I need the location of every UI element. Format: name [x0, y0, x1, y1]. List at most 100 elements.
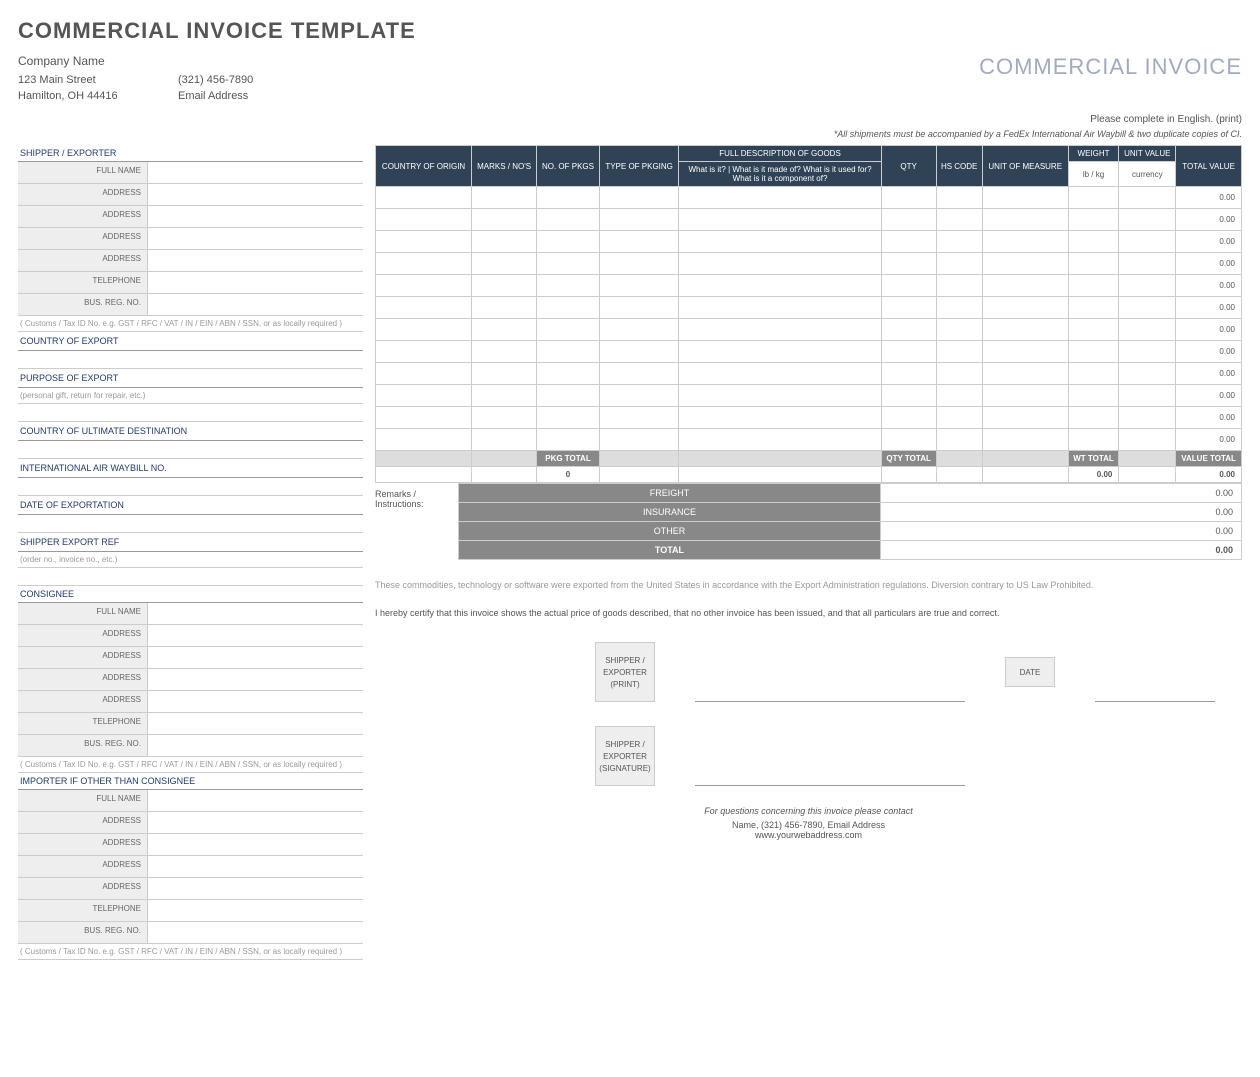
importer-address-2-input[interactable] — [148, 834, 363, 855]
item-cell[interactable] — [881, 385, 936, 407]
item-cell[interactable] — [1119, 341, 1176, 363]
item-cell[interactable] — [1119, 253, 1176, 275]
item-cell[interactable] — [376, 385, 472, 407]
item-cell[interactable] — [472, 275, 537, 297]
item-cell[interactable] — [1119, 385, 1176, 407]
consignee-address-3-input[interactable] — [148, 669, 363, 690]
item-cell[interactable] — [599, 209, 678, 231]
item-cell[interactable] — [472, 407, 537, 429]
item-cell[interactable] — [679, 187, 881, 209]
shipper-address-3-input[interactable] — [148, 228, 363, 249]
item-cell[interactable] — [599, 275, 678, 297]
item-cell[interactable] — [599, 253, 678, 275]
item-cell[interactable] — [1119, 275, 1176, 297]
item-cell[interactable] — [881, 297, 936, 319]
item-row[interactable]: 0.00 — [376, 209, 1242, 231]
item-cell[interactable] — [376, 319, 472, 341]
item-row[interactable]: 0.00 — [376, 385, 1242, 407]
item-cell[interactable] — [982, 275, 1068, 297]
item-cell[interactable] — [537, 363, 600, 385]
signature-line[interactable] — [695, 726, 965, 786]
item-cell[interactable] — [376, 231, 472, 253]
item-cell[interactable] — [679, 231, 881, 253]
item-cell[interactable] — [376, 341, 472, 363]
item-cell[interactable] — [537, 275, 600, 297]
item-cell[interactable] — [472, 319, 537, 341]
shipper-address-1-input[interactable] — [148, 184, 363, 205]
item-cell[interactable] — [1068, 231, 1119, 253]
item-cell[interactable] — [881, 429, 936, 451]
item-cell[interactable] — [1119, 363, 1176, 385]
item-cell[interactable] — [599, 231, 678, 253]
item-cell[interactable] — [936, 209, 982, 231]
item-cell[interactable] — [472, 341, 537, 363]
item-cell[interactable] — [936, 407, 982, 429]
item-cell[interactable] — [936, 187, 982, 209]
print-line[interactable] — [695, 642, 965, 702]
item-row[interactable]: 0.00 — [376, 231, 1242, 253]
item-row[interactable]: 0.00 — [376, 407, 1242, 429]
item-row[interactable]: 0.00 — [376, 363, 1242, 385]
item-cell[interactable] — [537, 253, 600, 275]
item-cell[interactable] — [881, 341, 936, 363]
item-cell[interactable] — [376, 429, 472, 451]
item-cell[interactable] — [982, 341, 1068, 363]
item-cell[interactable] — [679, 275, 881, 297]
item-cell[interactable] — [936, 341, 982, 363]
item-cell[interactable] — [1119, 319, 1176, 341]
shipper-address-2-input[interactable] — [148, 206, 363, 227]
shipper-bus-reg-input[interactable] — [148, 294, 363, 315]
item-cell[interactable] — [472, 363, 537, 385]
item-cell[interactable] — [881, 231, 936, 253]
item-cell[interactable] — [881, 319, 936, 341]
importer-address-1-input[interactable] — [148, 812, 363, 833]
purpose-export-input[interactable] — [18, 404, 363, 422]
item-cell[interactable] — [472, 209, 537, 231]
item-cell[interactable] — [599, 429, 678, 451]
item-cell[interactable] — [1068, 297, 1119, 319]
importer-telephone-input[interactable] — [148, 900, 363, 921]
shipper-address-4-input[interactable] — [148, 250, 363, 271]
item-cell[interactable] — [982, 297, 1068, 319]
item-cell[interactable] — [881, 407, 936, 429]
item-cell[interactable] — [679, 319, 881, 341]
consignee-full-name-input[interactable] — [148, 603, 363, 624]
item-cell[interactable] — [936, 363, 982, 385]
date-export-input[interactable] — [18, 515, 363, 533]
consignee-telephone-input[interactable] — [148, 713, 363, 734]
item-cell[interactable] — [982, 253, 1068, 275]
item-row[interactable]: 0.00 — [376, 341, 1242, 363]
item-cell[interactable] — [881, 187, 936, 209]
item-cell[interactable] — [599, 385, 678, 407]
item-cell[interactable] — [679, 407, 881, 429]
item-cell[interactable] — [1119, 209, 1176, 231]
item-cell[interactable] — [376, 407, 472, 429]
item-cell[interactable] — [982, 231, 1068, 253]
item-row[interactable]: 0.00 — [376, 319, 1242, 341]
item-cell[interactable] — [1068, 429, 1119, 451]
item-cell[interactable] — [599, 187, 678, 209]
item-cell[interactable] — [376, 209, 472, 231]
item-cell[interactable] — [679, 297, 881, 319]
item-cell[interactable] — [537, 341, 600, 363]
item-cell[interactable] — [982, 363, 1068, 385]
item-cell[interactable] — [982, 187, 1068, 209]
item-cell[interactable] — [1119, 231, 1176, 253]
item-cell[interactable] — [1068, 319, 1119, 341]
item-cell[interactable] — [599, 341, 678, 363]
item-cell[interactable] — [472, 253, 537, 275]
item-cell[interactable] — [537, 187, 600, 209]
item-cell[interactable] — [936, 253, 982, 275]
consignee-address-4-input[interactable] — [148, 691, 363, 712]
item-cell[interactable] — [982, 407, 1068, 429]
item-cell[interactable] — [1119, 297, 1176, 319]
item-cell[interactable] — [982, 319, 1068, 341]
item-cell[interactable] — [881, 253, 936, 275]
item-cell[interactable] — [472, 429, 537, 451]
item-row[interactable]: 0.00 — [376, 275, 1242, 297]
item-cell[interactable] — [472, 187, 537, 209]
item-cell[interactable] — [376, 187, 472, 209]
item-cell[interactable] — [679, 341, 881, 363]
shipper-full-name-input[interactable] — [148, 162, 363, 183]
item-cell[interactable] — [881, 275, 936, 297]
